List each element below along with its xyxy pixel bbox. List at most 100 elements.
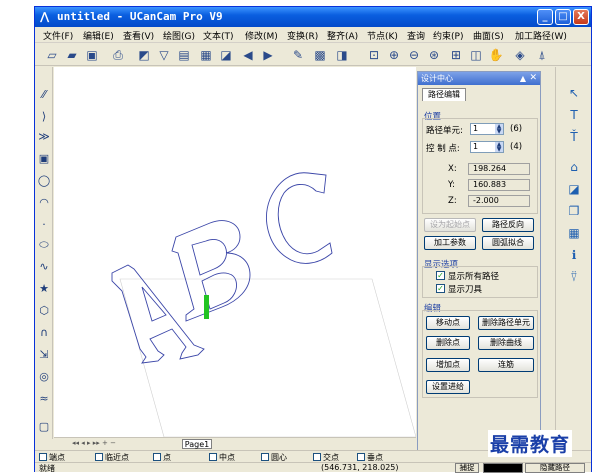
menu-edit[interactable]: 编辑(E) [83,29,114,42]
menu-modify[interactable]: 修改(M) [245,29,278,42]
menu-query[interactable]: 查询 [407,29,425,42]
control-point-value: 1 [473,142,479,151]
cut-icon[interactable]: ◩ [135,46,153,64]
show-all-paths-checkbox[interactable]: ✓ [436,271,445,280]
status-text: 就绪 [39,464,55,473]
minimize-button[interactable]: _ [537,9,553,25]
align-icon[interactable]: ◪ [217,46,235,64]
horizontal-scrollbar[interactable]: ◂◂ ◂ ▸ ▸▸ + − Page1 [54,437,416,449]
drawing-canvas[interactable] [54,67,416,437]
zoom-window-icon[interactable]: ⊡ [365,46,383,64]
polyline-tool-icon[interactable]: ⟩ [36,109,52,125]
panel-collapse-icon[interactable]: ▲ [520,72,526,85]
zoom-extents-icon[interactable]: ◫ [467,46,485,64]
text-on-path-icon[interactable]: Ť [566,129,582,145]
undo-icon[interactable]: ◀ [239,46,257,64]
menu-node[interactable]: 节点(K) [367,29,398,42]
right-toolbox: ↖ T Ť ⌂ ◪ ❐ ▦ ℹ ⍢ [555,67,591,439]
rectangle-tool-icon[interactable]: ▣ [36,151,52,167]
point-tool-icon[interactable]: · [36,217,52,233]
menu-transform[interactable]: 变换(R) [287,29,318,42]
save-icon[interactable]: ▣ [83,46,101,64]
tab-path-edit[interactable]: 路径编辑 [422,88,466,101]
delete-path-unit-button[interactable]: 删除路径单元 [478,316,534,330]
ellipse-tool-icon[interactable]: ⬭ [36,237,52,253]
path-unit-spinner[interactable]: 1 ▲ ▼ [470,123,504,135]
status-bar: 就绪 (546.731, 218.025) 捕捉 隐藏路径 [35,462,591,473]
delete-curve-button[interactable]: 删除曲线 [478,336,534,350]
palette-icon[interactable]: ◪ [566,181,582,197]
pan-hand-icon[interactable]: ✋ [487,46,505,64]
pointer-node-icon[interactable]: ✎ [289,46,307,64]
vectorize-icon[interactable]: ⍢ [566,269,582,285]
menu-draw[interactable]: 绘图(G) [163,29,195,42]
line-tool-icon[interactable]: ⁄⁄ [36,87,52,103]
snap-toggle-button[interactable]: 捕捉 [455,463,479,473]
panel-header: 设计中心 ▲ ✕ [418,72,540,85]
connect-button[interactable]: 连筋 [478,358,534,372]
paste-icon[interactable]: ▤ [175,46,193,64]
menu-constraint[interactable]: 约束(P) [433,29,463,42]
redo-icon[interactable]: ▶ [259,46,277,64]
table-icon[interactable]: ▦ [566,225,582,241]
polygon-tool-icon[interactable]: ⬡ [36,303,52,319]
copy-icon[interactable]: ▽ [155,46,173,64]
menu-view[interactable]: 查看(V) [123,29,154,42]
view-3d-icon[interactable]: ◈ [511,46,529,64]
grid-icon[interactable]: ▩ [311,46,329,64]
circle-tool-icon[interactable]: ◯ [36,173,52,189]
menu-arrange[interactable]: 整齐(A) [327,29,358,42]
menu-file[interactable]: 文件(F) [43,29,73,42]
page-navigation-icon[interactable]: ◂◂ ◂ ▸ ▸▸ + − [72,439,116,447]
spinner-arrows-icon[interactable]: ▲ ▼ [495,124,503,135]
zoom-fit-icon[interactable]: ⊛ [425,46,443,64]
x-value-field: 198.264 [468,163,530,175]
set-start-point-button[interactable]: 设为起始点 [424,218,476,232]
menu-surface[interactable]: 曲面(S) [473,29,504,42]
panel-close-icon[interactable]: ✕ [529,72,537,85]
zoom-in-icon[interactable]: ⊕ [385,46,403,64]
house-icon[interactable]: ⌂ [566,159,582,175]
control-point-spinner[interactable]: 1 ▲ ▼ [470,141,504,153]
add-point-button[interactable]: 增加点 [426,358,470,372]
new-file-icon[interactable]: ▱ [43,46,61,64]
zoom-page-icon[interactable]: ⊞ [447,46,465,64]
spiral-tool-icon[interactable]: ∿ [36,259,52,275]
page-outline [119,278,416,437]
delete-point-button[interactable]: 删除点 [426,336,470,350]
wave-tool-icon[interactable]: ≈ [36,391,52,407]
arc-tool-icon[interactable]: ◠ [36,195,52,211]
info-icon[interactable]: ℹ [566,247,582,263]
close-button[interactable]: X [573,9,589,25]
menu-text[interactable]: 文本(T) [203,29,234,42]
design-icon[interactable]: ◨ [333,46,351,64]
fillet-tool-icon[interactable]: ∩ [36,325,52,341]
bezier-tool-icon[interactable]: ≫ [36,129,52,145]
arc-fit-button[interactable]: 圆弧拟合 [482,236,534,250]
layers-icon[interactable]: ▦ [197,46,215,64]
color-swatch[interactable] [483,463,523,473]
menu-toolpath[interactable]: 加工路径(W) [515,29,567,42]
reverse-path-button[interactable]: 路径反向 [482,218,534,232]
control-point-count: (4) [510,142,523,152]
maximize-button[interactable]: □ [555,9,571,25]
zoom-out-icon[interactable]: ⊖ [405,46,423,64]
window-icon[interactable]: ❐ [566,203,582,219]
window-title: untitled - UCanCam Pro V9 [57,10,223,23]
set-entry-button[interactable]: 设置进给 [426,380,470,394]
frame-tool-icon[interactable]: ▢ [36,419,52,435]
open-folder-icon[interactable]: ▰ [63,46,81,64]
hide-path-button[interactable]: 隐藏路径 [525,463,585,473]
machining-params-button[interactable]: 加工参数 [424,236,476,250]
print-icon[interactable]: ⎙ [109,46,127,64]
spinner-arrows-icon[interactable]: ▲ ▼ [495,142,503,153]
show-tool-checkbox[interactable]: ✓ [436,284,445,293]
page-tab[interactable]: Page1 [182,439,212,449]
select-arrow-icon[interactable]: ↖ [566,85,582,101]
toolpath-icon[interactable]: ⍋ [533,46,551,64]
text-tool-icon[interactable]: T [566,107,582,123]
move-point-button[interactable]: 移动点 [426,316,470,330]
offset-tool-icon[interactable]: ⇲ [36,347,52,363]
spiral-curve-icon[interactable]: ◎ [36,369,52,385]
star-tool-icon[interactable]: ★ [36,281,52,297]
